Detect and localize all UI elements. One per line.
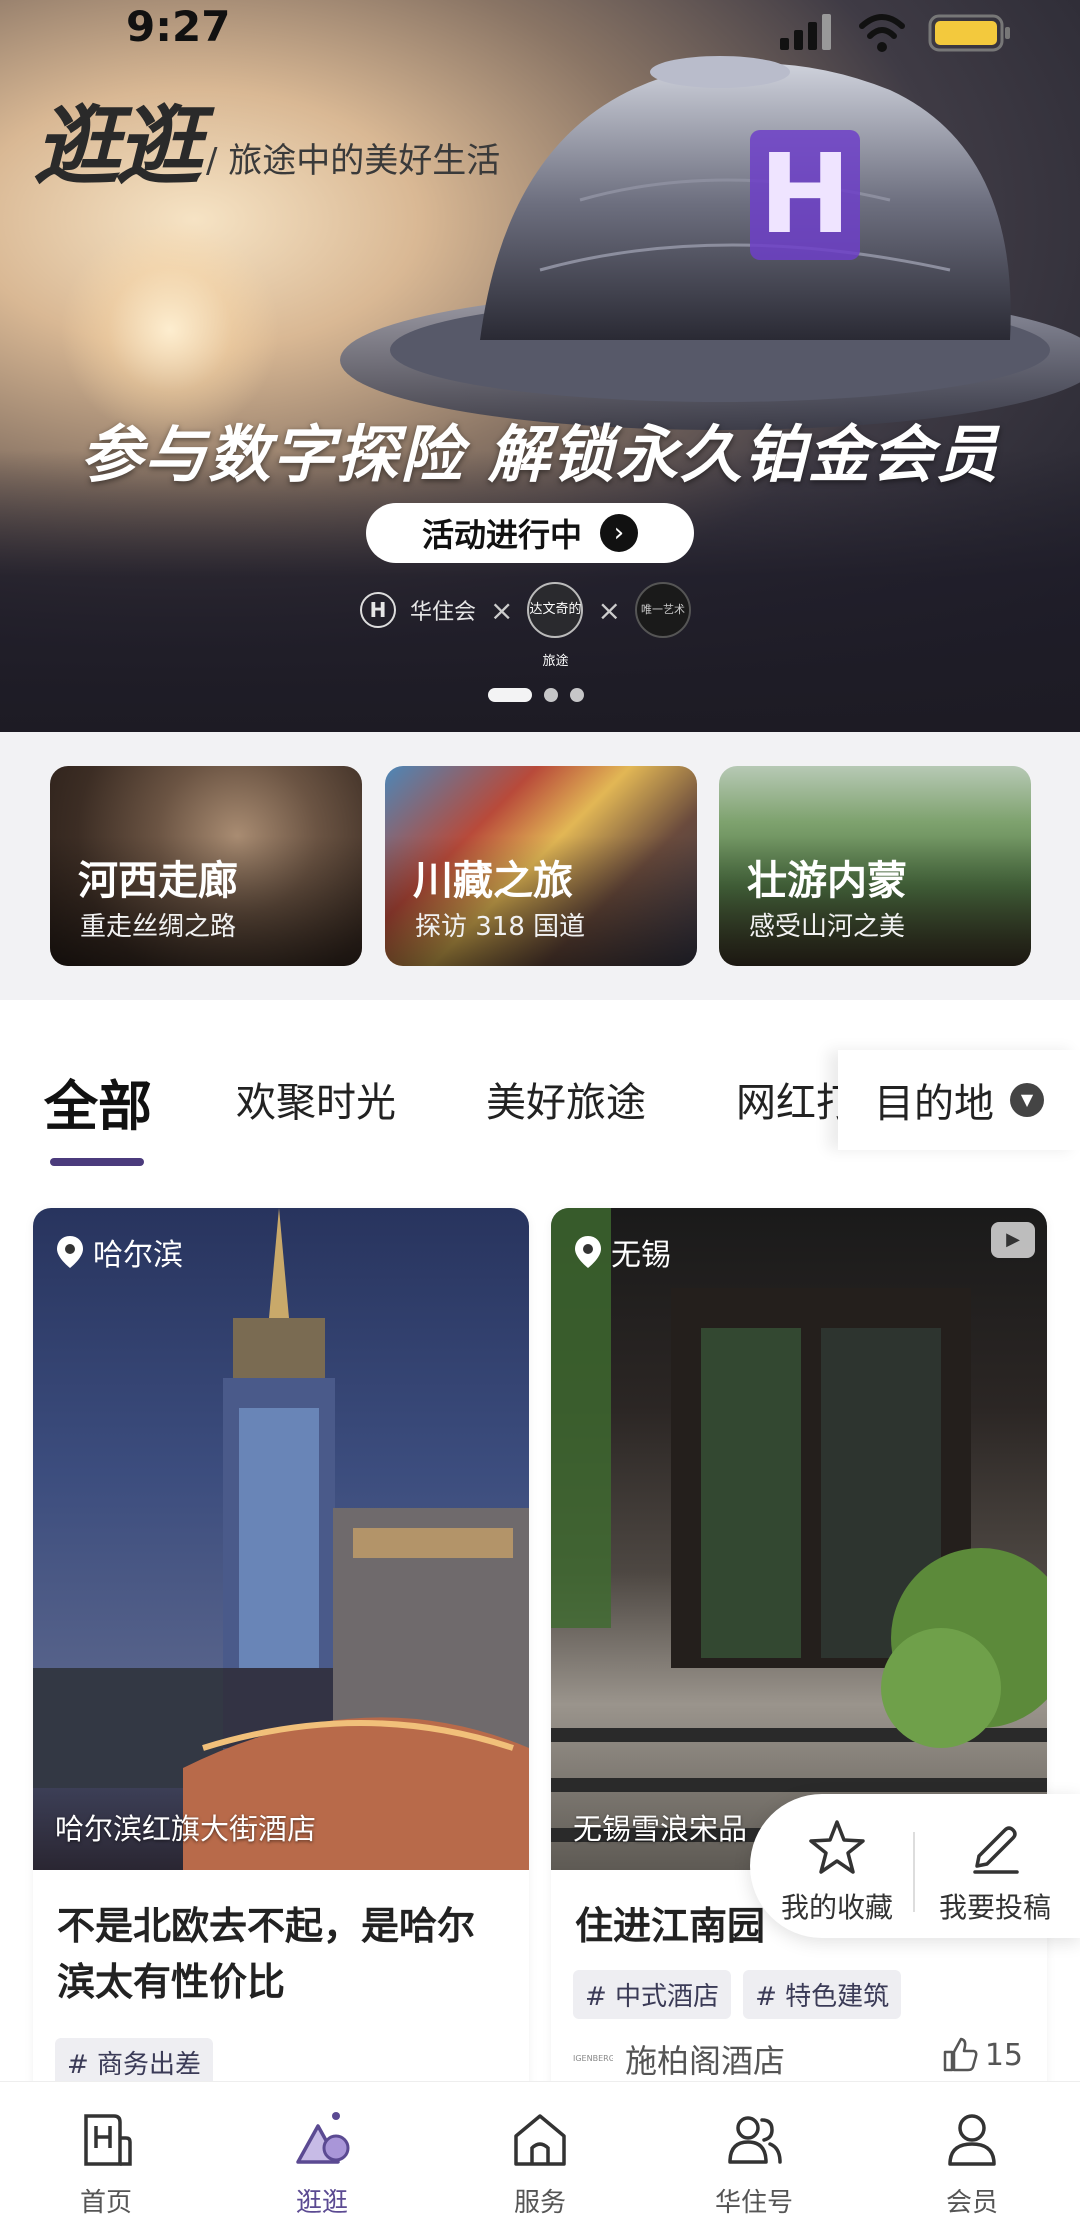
status-bar: 9:27 <box>0 0 1080 60</box>
status-time: 9:27 <box>126 2 231 51</box>
wifi-icon <box>859 14 905 52</box>
activity-cta-button[interactable]: 活动进行中 › <box>366 503 694 563</box>
submit-post-button[interactable]: 我要投稿 <box>930 1816 1060 1926</box>
nav-home[interactable]: 首页 <box>46 2108 166 2219</box>
cross-icon: × <box>597 593 621 627</box>
spaceship-image: H <box>340 56 1080 430</box>
cta-label: 活动进行中 <box>421 516 582 554</box>
nav-label: 逛逛 <box>295 2188 348 2218</box>
location-pin-icon <box>575 1236 601 1268</box>
location-pin-icon <box>57 1236 83 1268</box>
post-card-harbin[interactable]: 哈尔滨 哈尔滨红旗大街酒店 不是北欧去不起，是哈尔滨太有性价比 # 商务出差 <box>33 1208 529 2108</box>
nav-huazhu[interactable]: 华住号 <box>694 2108 814 2219</box>
brand-name: 施柏阁酒店 <box>625 2042 786 2080</box>
cross-icon: × <box>490 593 514 627</box>
theme-card-neimeng[interactable]: 壮游内蒙 感受山河之美 <box>719 766 1031 966</box>
nav-member[interactable]: 会员 <box>912 2108 1032 2219</box>
theme-subtitle: 探访 318 国道 <box>415 912 586 942</box>
theme-cards: 河西走廊 重走丝绸之路 川藏之旅 探访 318 国道 壮游内蒙 感受山河之美 <box>0 732 1080 1000</box>
star-icon <box>809 1820 865 1874</box>
garden-illustration <box>551 1208 1047 1842</box>
carousel-dot[interactable] <box>544 688 558 702</box>
member-icon <box>948 2114 996 2166</box>
status-icons <box>780 14 1010 52</box>
location-tag: 无锡 <box>575 1230 671 1274</box>
carousel-dot[interactable] <box>570 688 584 702</box>
bottom-nav: 首页 逛逛 服务 华住号 会员 <box>0 2081 1080 2233</box>
like-button[interactable]: 15 <box>941 2036 1023 2074</box>
submit-label: 我要投稿 <box>938 1891 1051 1924</box>
brand-logo: 逛逛 <box>34 97 202 197</box>
category-tabs: 全部 欢聚时光 美好旅途 网红打 目的地 ▼ <box>0 1000 1080 1200</box>
tab-active-indicator <box>50 1158 144 1166</box>
destination-label: 目的地 <box>874 1081 994 1127</box>
nav-label: 服务 <box>513 2188 566 2218</box>
tag-chip[interactable]: # 中式酒店 <box>573 1970 732 2019</box>
tag-chip[interactable]: # 特色建筑 <box>743 1970 902 2019</box>
video-play-icon: ▶ <box>991 1222 1035 1258</box>
theme-title: 壮游内蒙 <box>747 858 907 904</box>
tag-chip[interactable]: # 商务出差 <box>55 2038 214 2087</box>
signal-icon <box>780 14 831 50</box>
carousel-indicator <box>488 688 584 702</box>
thumbs-up-icon <box>943 2037 978 2072</box>
home-h-icon <box>84 2114 132 2166</box>
destination-filter[interactable]: 目的地 ▼ <box>838 1050 1080 1150</box>
brand-header: 逛逛 / 旅途中的美好生活 <box>34 104 500 190</box>
tab-journey[interactable]: 美好旅途 <box>486 1070 646 1128</box>
hero-headline: 参与数字探险 解锁永久铂金会员 <box>80 418 1000 491</box>
favorites-label: 我的收藏 <box>780 1891 893 1924</box>
church-illustration <box>33 1208 529 1870</box>
chevron-right-icon: › <box>600 514 638 552</box>
nav-label: 会员 <box>945 2188 998 2218</box>
post-tags: # 商务出差 <box>55 2038 214 2087</box>
theme-subtitle: 重走丝绸之路 <box>80 912 237 942</box>
svg-text:H: H <box>759 130 851 258</box>
nav-explore[interactable]: 逛逛 <box>262 2108 382 2219</box>
theme-subtitle: 感受山河之美 <box>749 912 906 942</box>
floating-actions: 我的收藏 我要投稿 <box>750 1794 1080 1938</box>
theme-title: 河西走廊 <box>78 858 238 904</box>
partner-logos: H 华住会 × 达文奇的旅途 × 唯一艺术 <box>360 582 691 669</box>
theme-card-chuanzang[interactable]: 川藏之旅 探访 318 国道 <box>385 766 697 966</box>
post-image: 无锡 ▶ 无锡雪浪宋品 <box>551 1208 1047 1870</box>
hotel-caption: 哈尔滨红旗大街酒店 <box>55 1812 317 1846</box>
post-tags: # 中式酒店 # 特色建筑 <box>573 1970 902 2019</box>
location-label: 无锡 <box>611 1238 671 1273</box>
post-title: 不是北欧去不起，是哈尔滨太有性价比 <box>57 1904 476 2004</box>
partner-huazhu: 华住会 <box>410 600 477 625</box>
battery-icon <box>928 14 1010 52</box>
theme-title: 川藏之旅 <box>413 858 573 904</box>
explore-icon <box>296 2112 350 2164</box>
people-icon <box>728 2116 782 2164</box>
post-brand: IGENBERG 施柏阁酒店 <box>573 2036 785 2082</box>
tab-all[interactable]: 全部 <box>44 1062 152 1141</box>
theme-card-hexi[interactable]: 河西走廊 重走丝绸之路 <box>50 766 362 966</box>
feed-section: 全部 欢聚时光 美好旅途 网红打 目的地 ▼ 哈尔滨 哈尔滨红旗大街酒店 不是北… <box>0 1000 1080 2233</box>
huazhu-logo-icon: H <box>360 592 396 628</box>
nav-service[interactable]: 服务 <box>480 2108 600 2219</box>
post-image: 哈尔滨 哈尔滨红旗大街酒店 <box>33 1208 529 1870</box>
carousel-dot[interactable] <box>488 688 532 702</box>
brand-logo-icon: IGENBERG <box>573 2054 613 2063</box>
partner-davinci: 达文奇的旅途 <box>527 582 584 669</box>
service-house-icon <box>514 2114 566 2166</box>
nav-label: 华住号 <box>714 2188 793 2218</box>
nav-label: 首页 <box>79 2188 132 2218</box>
hotel-caption: 无锡雪浪宋品 <box>573 1812 748 1846</box>
caret-down-icon: ▼ <box>1010 1083 1044 1117</box>
brand-subtitle: / 旅途中的美好生活 <box>206 141 501 181</box>
like-count: 15 <box>984 2037 1023 2073</box>
hero-banner[interactable]: H 9:27 逛逛 / 旅途中的美好生活 参与数字探险 解锁永久铂金会员 活动进… <box>0 0 1080 732</box>
pencil-icon <box>973 1826 1019 1874</box>
tab-gathering[interactable]: 欢聚时光 <box>236 1070 396 1128</box>
post-card-wuxi[interactable]: 无锡 ▶ 无锡雪浪宋品 住进江南园 # 中式酒店 # 特色建筑 IGENBERG… <box>551 1208 1047 2108</box>
location-label: 哈尔滨 <box>93 1238 183 1273</box>
favorites-button[interactable]: 我的收藏 <box>772 1816 902 1926</box>
divider <box>913 1832 915 1912</box>
partner-other: 唯一艺术 <box>634 582 691 638</box>
location-tag: 哈尔滨 <box>57 1230 183 1274</box>
